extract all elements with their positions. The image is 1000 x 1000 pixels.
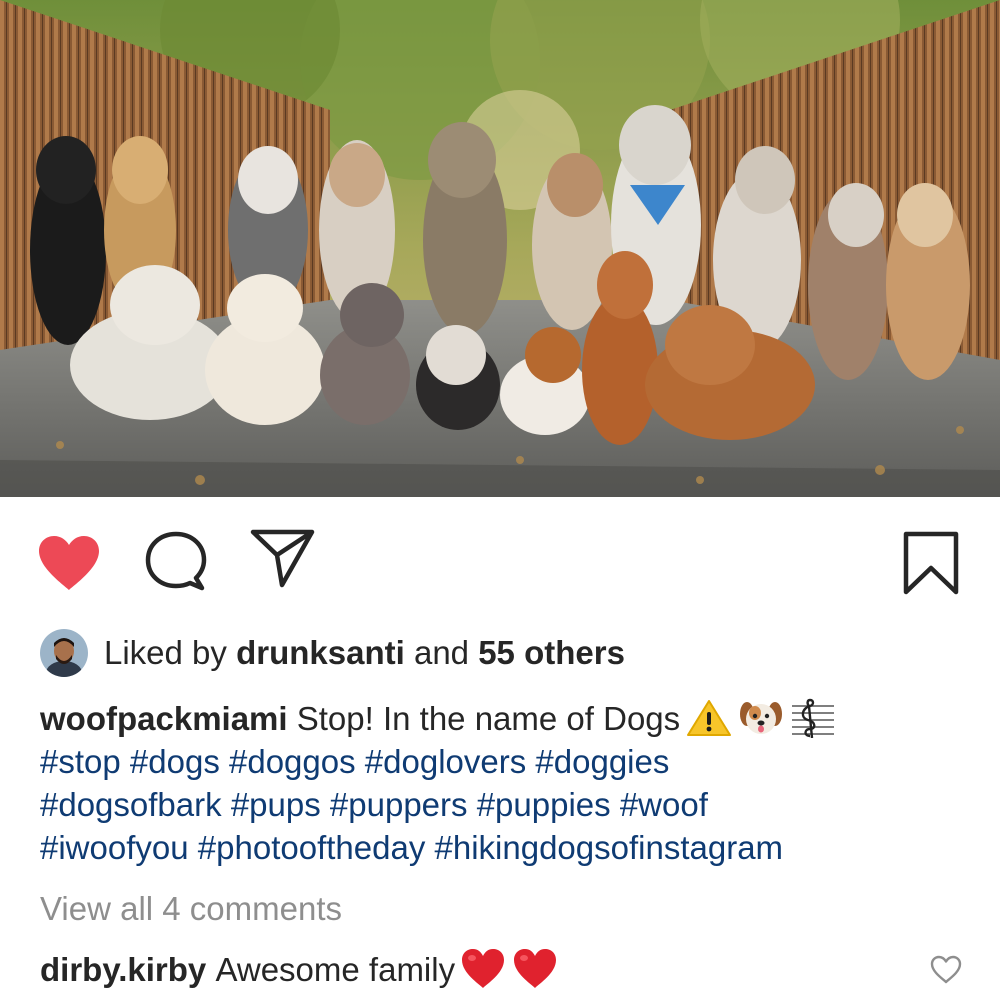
- bookmark-icon: [903, 531, 959, 595]
- red-heart-emoji: [459, 947, 507, 991]
- warning-emoji: [686, 698, 732, 738]
- author-username-link[interactable]: woofpackmiami: [40, 700, 288, 737]
- likes-summary: Liked by drunksanti and 55 others: [104, 633, 625, 673]
- caption-hashtags-line-1: #stop #dogs #doggos #doglovers #doggies: [40, 740, 970, 783]
- heart-filled-icon: [39, 536, 99, 590]
- comment-text: Awesome family: [215, 950, 456, 988]
- hashtag-link[interactable]: #doggos: [229, 743, 356, 780]
- hashtag-link[interactable]: #dogs: [130, 743, 220, 780]
- hashtag-link[interactable]: #stop: [40, 743, 121, 780]
- liker-avatar[interactable]: [40, 629, 88, 677]
- hashtag-link[interactable]: #woof: [620, 786, 708, 823]
- hashtag-link[interactable]: #doggies: [535, 743, 669, 780]
- likes-prefix: Liked by: [104, 634, 227, 671]
- post-action-bar: [0, 520, 1000, 604]
- hashtag-link[interactable]: #puppies: [477, 786, 611, 823]
- musical-score-emoji: [790, 698, 836, 739]
- comment-item: dirby.kirby Awesome family: [40, 947, 559, 991]
- comment-button[interactable]: [144, 530, 208, 594]
- post-photo[interactable]: [0, 0, 1000, 497]
- hashtag-link[interactable]: #doglovers: [365, 743, 526, 780]
- hashtag-link[interactable]: #photooftheday: [198, 829, 426, 866]
- caption-hashtags-line-2: #dogsofbark #pups #puppers #puppies #woo…: [40, 783, 970, 826]
- heart-outline-icon: [930, 955, 962, 984]
- share-button[interactable]: [250, 528, 316, 588]
- caption-line-1: woofpackmiami Stop! In the name of Dogs: [40, 697, 970, 740]
- hashtag-link[interactable]: #hikingdogsofinstagram: [435, 829, 784, 866]
- comment-username-link[interactable]: dirby.kirby: [40, 948, 206, 991]
- like-button[interactable]: [36, 534, 102, 592]
- avatar-image: [40, 629, 88, 677]
- hashtag-link[interactable]: #iwoofyou: [40, 829, 189, 866]
- likes-row: Liked by drunksanti and 55 others: [40, 628, 625, 678]
- hashtag-link[interactable]: #pups: [231, 786, 321, 823]
- caption-text: Stop! In the name of Dogs: [296, 700, 681, 737]
- view-all-comments-link[interactable]: View all 4 comments: [40, 887, 342, 930]
- dog-pack-photo: [0, 0, 1000, 497]
- post-caption: woofpackmiami Stop! In the name of Dogs …: [40, 697, 970, 869]
- save-button[interactable]: [902, 530, 960, 596]
- paper-plane-icon: [250, 529, 315, 588]
- hashtag-link[interactable]: #dogsofbark: [40, 786, 222, 823]
- likes-count-link[interactable]: 55 others: [478, 634, 625, 671]
- dog-face-emoji: [738, 698, 784, 738]
- comment-like-button[interactable]: [929, 955, 963, 985]
- liker-username-link[interactable]: drunksanti: [236, 634, 405, 671]
- likes-conjunction: and: [413, 634, 470, 671]
- red-heart-emoji: [511, 947, 559, 991]
- hashtag-link[interactable]: #puppers: [330, 786, 468, 823]
- comment-bubble-icon: [145, 531, 207, 591]
- caption-hashtags-line-3: #iwoofyou #photooftheday #hikingdogsofin…: [40, 826, 970, 869]
